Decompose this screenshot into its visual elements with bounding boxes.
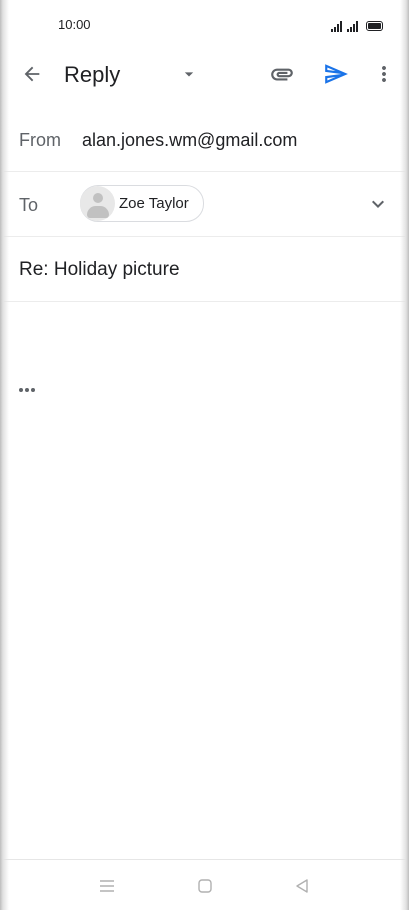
from-field-row[interactable]: From alan.jones.wm@gmail.com — [0, 108, 409, 172]
dot-icon — [31, 388, 35, 392]
status-bar: 10:00 — [0, 0, 409, 50]
nav-home-button[interactable] — [193, 874, 217, 898]
signal-icon — [347, 20, 358, 32]
recipient-name: Zoe Taylor — [119, 195, 189, 212]
from-label: From — [19, 130, 61, 150]
menu-icon — [100, 880, 114, 892]
back-button[interactable] — [14, 56, 50, 92]
reply-type-dropdown[interactable] — [171, 56, 207, 92]
more-options-button[interactable] — [366, 56, 402, 92]
system-nav-bar — [0, 859, 409, 910]
status-icons — [331, 18, 383, 32]
home-icon — [198, 879, 212, 893]
signal-icon — [331, 20, 342, 32]
top-app-bar: Reply — [0, 50, 409, 100]
from-address[interactable]: alan.jones.wm@gmail.com — [82, 130, 297, 151]
more-vert-icon — [382, 66, 386, 82]
show-quoted-text-button[interactable] — [17, 384, 37, 396]
back-triangle-icon — [296, 879, 308, 893]
send-icon — [325, 64, 348, 84]
compose-body[interactable] — [0, 302, 409, 858]
battery-icon — [366, 21, 383, 31]
nav-menu-button[interactable] — [95, 874, 119, 898]
to-label: To — [19, 195, 39, 215]
avatar — [80, 186, 115, 221]
subject-input[interactable]: Re: Holiday picture — [19, 259, 180, 281]
dot-icon — [25, 388, 29, 392]
dot-icon — [19, 388, 23, 392]
send-button[interactable] — [318, 56, 354, 92]
status-time: 10:00 — [58, 17, 91, 32]
page-title: Reply — [64, 62, 121, 87]
recipient-chip[interactable]: Zoe Taylor — [80, 185, 204, 222]
paperclip-icon — [271, 68, 293, 81]
attach-button[interactable] — [264, 56, 300, 92]
subject-field-row[interactable]: Re: Holiday picture — [0, 237, 409, 302]
dropdown-arrow-icon — [184, 72, 194, 77]
to-field-row[interactable]: To Zoe Taylor — [0, 172, 409, 237]
expand-recipients-button[interactable] — [360, 186, 396, 222]
arrow-back-icon — [24, 66, 40, 82]
chevron-down-icon — [372, 200, 384, 208]
nav-back-button[interactable] — [290, 874, 314, 898]
phone-screen: 10:00 Reply From alan.jones.wm@gmail.com… — [0, 0, 409, 910]
